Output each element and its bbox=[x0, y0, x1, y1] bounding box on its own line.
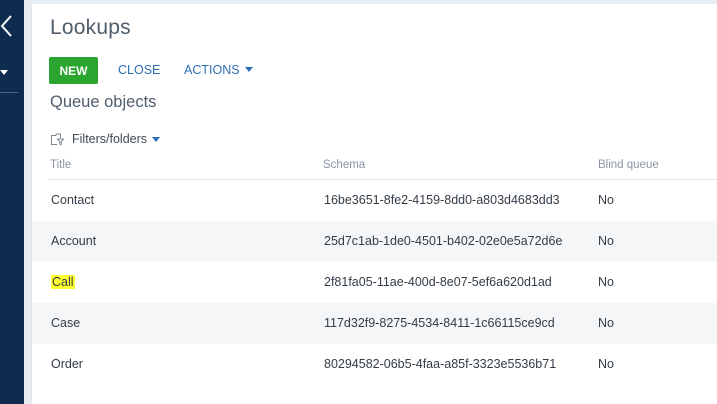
table-row[interactable]: Contact 16be3651-8fe2-4159-8dd0-a803d468… bbox=[32, 180, 717, 221]
filter-folder-icon bbox=[51, 133, 65, 146]
chevron-left-icon[interactable] bbox=[0, 14, 14, 38]
table-row[interactable]: Call 2f81fa05-11ae-400d-8e07-5ef6a620d1a… bbox=[32, 262, 717, 303]
left-rail bbox=[0, 0, 24, 404]
row-blind-queue: No bbox=[598, 275, 614, 289]
filters-folders-button[interactable]: Filters/folders bbox=[50, 131, 161, 147]
row-schema: 117d32f9-8275-4534-8411-1c66115ce9cd bbox=[324, 316, 555, 330]
row-schema: 80294582-06b5-4faa-a85f-3323e5536b71 bbox=[324, 357, 557, 371]
page-title: Lookups bbox=[50, 16, 131, 39]
table-row[interactable]: Order 80294582-06b5-4faa-a85f-3323e5536b… bbox=[32, 344, 717, 385]
filters-label: Filters/folders bbox=[72, 132, 148, 146]
caret-down-icon bbox=[152, 136, 161, 142]
column-header-blind-queue[interactable]: Blind queue bbox=[598, 159, 659, 171]
row-schema: 25d7c1ab-1de0-4501-b402-02e0e5a72d6e bbox=[324, 234, 563, 248]
rail-divider bbox=[0, 92, 18, 93]
row-title: Call bbox=[51, 262, 75, 303]
row-blind-queue: No bbox=[598, 316, 614, 330]
section-title: Queue objects bbox=[50, 93, 157, 111]
row-blind-queue: No bbox=[598, 234, 614, 248]
new-button[interactable]: NEW bbox=[49, 57, 98, 84]
actions-label: ACTIONS bbox=[184, 63, 240, 77]
row-title: Contact bbox=[51, 193, 95, 207]
row-title: Account bbox=[51, 234, 97, 248]
row-schema: 2f81fa05-11ae-400d-8e07-5ef6a620d1ad bbox=[324, 275, 552, 289]
close-button[interactable]: CLOSE bbox=[118, 57, 160, 84]
column-header-title[interactable]: Title bbox=[50, 159, 71, 171]
row-title: Order bbox=[51, 357, 83, 371]
row-blind-queue: No bbox=[598, 193, 614, 207]
main-panel: Lookups NEW CLOSE ACTIONS Queue objects … bbox=[31, 4, 717, 404]
table-row[interactable]: Account 25d7c1ab-1de0-4501-b402-02e0e5a7… bbox=[32, 221, 717, 262]
search-highlight: Call bbox=[51, 275, 75, 289]
row-schema: 16be3651-8fe2-4159-8dd0-a803d4683dd3 bbox=[324, 193, 560, 207]
row-title: Case bbox=[51, 316, 81, 330]
caret-down-icon[interactable] bbox=[0, 70, 8, 76]
column-header-schema[interactable]: Schema bbox=[323, 159, 365, 171]
actions-button[interactable]: ACTIONS bbox=[184, 57, 253, 84]
table-row[interactable]: Case 117d32f9-8275-4534-8411-1c66115ce9c… bbox=[32, 303, 717, 344]
row-blind-queue: No bbox=[598, 357, 614, 371]
table-body: Contact 16be3651-8fe2-4159-8dd0-a803d468… bbox=[32, 180, 717, 385]
caret-down-icon bbox=[244, 67, 253, 73]
